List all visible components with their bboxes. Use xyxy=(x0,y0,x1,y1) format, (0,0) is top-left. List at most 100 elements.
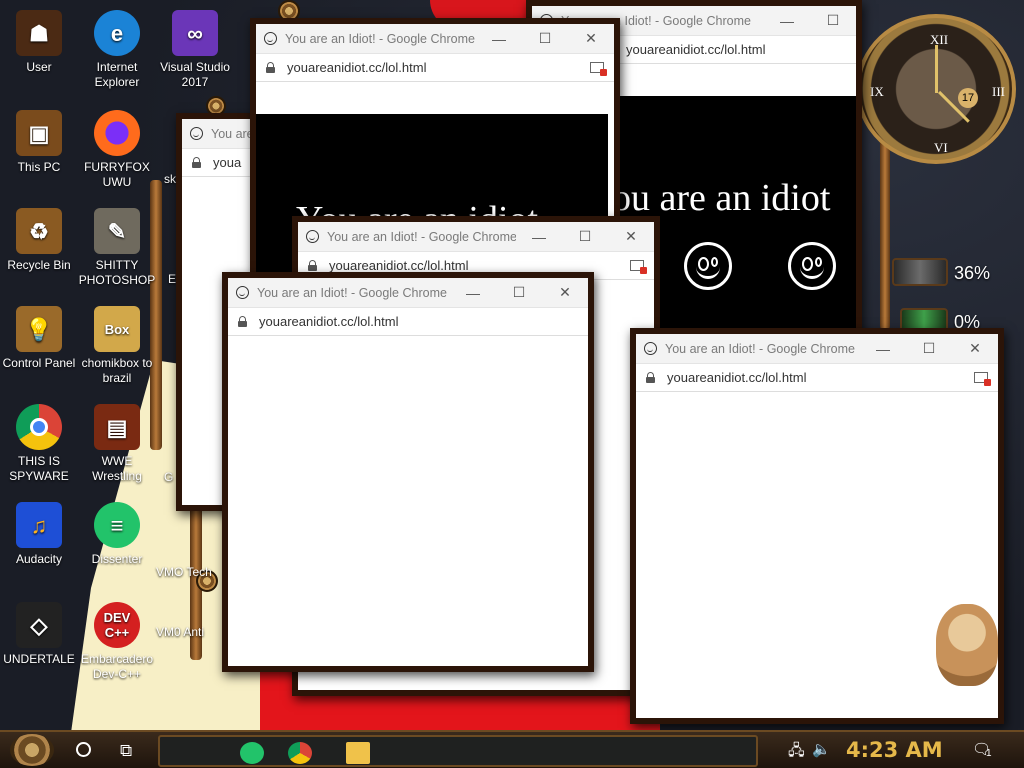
wwe-icon: ▤ xyxy=(94,404,140,450)
desktop-icon-label: VM0 Anti xyxy=(156,625,205,639)
smiley-favicon-icon xyxy=(236,286,249,299)
url-text: youareanidiot.cc/lol.html xyxy=(287,60,427,75)
maximize-button[interactable]: ☐ xyxy=(562,228,608,245)
lock-icon xyxy=(646,372,655,383)
window-titlebar[interactable]: You are an Idiot! - Google Chrome — ☐ ✕ xyxy=(256,24,614,54)
desktop-icon-visual-studio[interactable]: ∞ Visual Studio 2017 xyxy=(156,10,234,90)
desktop-icon-label: sk xyxy=(164,172,176,186)
start-button[interactable] xyxy=(10,734,54,766)
desktop-icon-wwe[interactable]: ▤ WWE Wrestling xyxy=(78,404,156,484)
desktop-icon-dissenter[interactable]: ≡ Dissenter xyxy=(78,502,156,567)
window-title: You are an Idiot! - Google Chrome xyxy=(285,31,475,46)
desktop-icon-label: WWE Wrestling xyxy=(92,454,142,483)
minimize-button[interactable]: — xyxy=(476,31,522,47)
maximize-button[interactable]: ☐ xyxy=(522,30,568,47)
taskbar-app-tray xyxy=(158,735,758,767)
taskbar-dissenter-icon[interactable] xyxy=(240,742,264,764)
unity-icon: ◇ xyxy=(16,602,62,648)
desktop-icon-label: Dissenter xyxy=(91,552,143,566)
minimize-button[interactable]: — xyxy=(516,229,562,245)
notification-count: 1 xyxy=(986,748,992,759)
hamster-icon xyxy=(936,604,998,686)
maximize-button[interactable]: ☐ xyxy=(496,284,542,301)
desktop-icon-label: User xyxy=(26,60,52,74)
smiley-face-icon xyxy=(788,242,836,290)
lock-icon xyxy=(192,157,201,168)
desktop-icon-internet-explorer[interactable]: e Internet Explorer xyxy=(78,10,156,90)
clock-numeral: III xyxy=(992,84,1005,99)
desktop-icon-vmo-anti[interactable]: VM0 Anti xyxy=(156,625,216,640)
computer-icon: ▣ xyxy=(16,110,62,156)
desktop-icon-audacity[interactable]: ♫ Audacity xyxy=(0,502,78,567)
desktop-icon-chomikbox[interactable]: Box chomikbox to brazil xyxy=(78,306,156,386)
address-bar[interactable]: youareanidiot.cc/lol.html xyxy=(636,364,998,392)
desktop-icon-user[interactable]: ☗ User xyxy=(0,10,78,75)
steampunk-clock-widget: XII III VI IX 17 xyxy=(856,14,1016,164)
task-view-icon[interactable]: ⧉ xyxy=(120,741,132,761)
network-icon[interactable]: 🖧 xyxy=(788,740,805,765)
close-button[interactable]: ✕ xyxy=(952,340,998,357)
cortana-search-icon[interactable] xyxy=(76,742,91,757)
window-title: You are an Idiot! - Google Chrome xyxy=(665,341,855,356)
desktop-icon-label: G xyxy=(164,470,174,484)
desktop-icon-label: This PC xyxy=(17,160,61,174)
close-button[interactable]: ✕ xyxy=(568,30,614,47)
chrome-window[interactable]: You are an Idiot! - Google Chrome — ☐ ✕ … xyxy=(222,272,594,672)
lock-icon xyxy=(266,62,275,73)
user-folder-icon: ☗ xyxy=(16,10,62,56)
maximize-button[interactable]: ☐ xyxy=(810,12,856,29)
desktop-icon-vmo-tech[interactable]: VMO Tech xyxy=(156,565,216,580)
minimize-button[interactable]: — xyxy=(860,341,906,357)
close-button[interactable]: ✕ xyxy=(608,228,654,245)
desktop-icon-label: Visual Studio 2017 xyxy=(160,60,230,89)
desktop-icon-photoshop[interactable]: ✎ SHITTY PHOTOSHOP xyxy=(78,208,156,288)
desktop: ☗ User ▣ This PC ♻ Recycle Bin 💡 Control… xyxy=(0,0,1024,730)
minimize-button[interactable]: — xyxy=(450,285,496,301)
desktop-icon-recycle-bin[interactable]: ♻ Recycle Bin xyxy=(0,208,78,273)
visual-studio-icon: ∞ xyxy=(172,10,218,56)
desktop-icon-firefox[interactable]: FURRYFOX UWU xyxy=(78,110,156,190)
taskbar-file-explorer-icon[interactable] xyxy=(346,742,370,764)
volume-icon[interactable]: 🔈 xyxy=(812,740,831,758)
chomikbox-icon: Box xyxy=(94,306,140,352)
desktop-icon-label: Audacity xyxy=(15,552,63,566)
smiley-face-icon xyxy=(684,242,732,290)
window-titlebar[interactable]: You are an Idiot! - Google Chrome — ☐ ✕ xyxy=(636,334,998,364)
desktop-icon-chrome[interactable]: THIS IS SPYWARE xyxy=(0,404,78,484)
desktop-icon-this-pc[interactable]: ▣ This PC xyxy=(0,110,78,175)
smiley-favicon-icon xyxy=(644,342,657,355)
address-bar[interactable]: youareanidiot.cc/lol.html xyxy=(228,308,588,336)
desktop-icon-devcpp[interactable]: DEV C++ Embarcadero Dev-C++ xyxy=(78,602,156,682)
desktop-icon-control-panel[interactable]: 💡 Control Panel xyxy=(0,306,78,371)
chrome-icon xyxy=(16,404,62,450)
chrome-window[interactable]: You are an Idiot! - Google Chrome — ☐ ✕ … xyxy=(630,328,1004,724)
window-titlebar[interactable]: You are an Idiot! - Google Chrome — ☐ ✕ xyxy=(228,278,588,308)
desktop-icon-label: Internet Explorer xyxy=(94,60,140,89)
desktop-icon-label: E xyxy=(168,272,177,286)
desktop-icon-label: VMO Tech xyxy=(156,565,212,579)
address-bar[interactable]: youareanidiot.cc/lol.html xyxy=(256,54,614,82)
close-button[interactable]: ✕ xyxy=(542,284,588,301)
popup-blocked-icon[interactable] xyxy=(630,260,647,274)
desktop-icon-label: SHITTY PHOTOSHOP xyxy=(78,258,156,287)
window-titlebar[interactable]: You are xyxy=(182,119,260,149)
desktop-icon-undertale[interactable]: ◇ UNDERTALE xyxy=(0,602,78,667)
clock-numeral: XII xyxy=(930,32,949,47)
taskbar-chrome-icon[interactable] xyxy=(288,742,312,764)
desktop-icon-label: FURRYFOX UWU xyxy=(84,160,150,189)
edge-icon: e xyxy=(94,10,140,56)
popup-blocked-icon[interactable] xyxy=(590,62,607,76)
recycle-bin-icon: ♻ xyxy=(16,208,62,254)
address-bar[interactable]: youa xyxy=(182,149,260,177)
maximize-button[interactable]: ☐ xyxy=(906,340,952,357)
desktop-icon-label: Control Panel xyxy=(2,356,76,370)
url-text: youareanidiot.cc/lol.html xyxy=(259,314,399,329)
devcpp-icon: DEV C++ xyxy=(94,602,140,648)
url-text: youareanidiot.cc/lol.html xyxy=(626,42,766,57)
taskbar-clock[interactable]: 4:23 AM xyxy=(846,738,943,762)
minimize-button[interactable]: — xyxy=(764,13,810,29)
window-titlebar[interactable]: You are an Idiot! - Google Chrome — ☐ ✕ xyxy=(298,222,654,252)
popup-blocked-icon[interactable] xyxy=(974,372,991,386)
gimp-icon: ✎ xyxy=(94,208,140,254)
meter-gauge xyxy=(892,258,948,286)
